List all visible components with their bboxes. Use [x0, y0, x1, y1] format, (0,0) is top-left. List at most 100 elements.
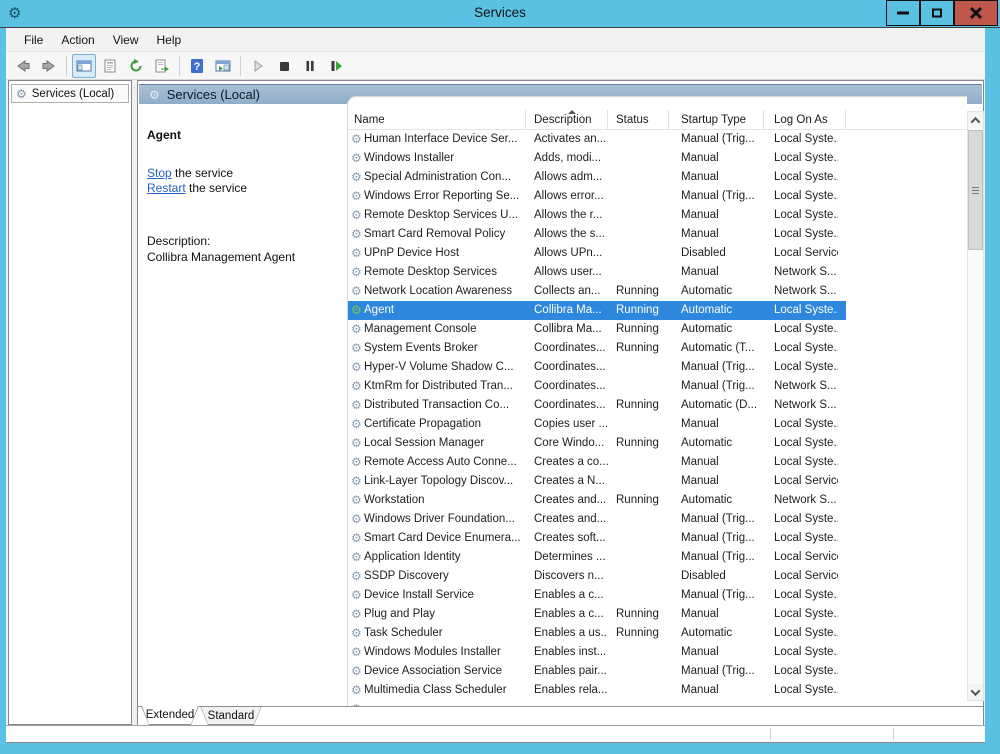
table-row[interactable]: ⚙WorkstationCreates and...RunningAutomat… — [348, 491, 846, 510]
cell-status — [608, 377, 669, 396]
export-list-button[interactable] — [150, 54, 174, 78]
scroll-down-button[interactable] — [968, 684, 983, 700]
table-row[interactable]: ⚙Remote Desktop ServicesAllows user...Ma… — [348, 263, 846, 282]
cell-description: Creates and... — [526, 491, 608, 510]
back-button[interactable] — [11, 54, 35, 78]
table-row[interactable]: ⚙Network Location AwarenessCollects an..… — [348, 282, 846, 301]
table-row[interactable]: ⚙Special Administration Con...Allows adm… — [348, 168, 846, 187]
table-row[interactable]: ⚙Smart Card Device Enumera...Creates sof… — [348, 529, 846, 548]
cell-status: Running — [608, 491, 669, 510]
cell-logon: Local Syste... — [764, 168, 838, 187]
cell-status — [608, 586, 669, 605]
cell-status — [608, 225, 669, 244]
cell-name: Application Identity — [364, 548, 526, 567]
cell-description: Creates a N... — [526, 472, 608, 491]
cell-startup: Manual (Trig... — [669, 548, 764, 567]
scrollbar-thumb[interactable] — [968, 130, 983, 250]
menu-action[interactable]: Action — [52, 30, 103, 50]
maximize-button[interactable] — [920, 0, 954, 26]
table-row[interactable]: ⚙Device Install ServiceEnables a c...Man… — [348, 586, 846, 605]
table-row[interactable]: ⚙AgentCollibra Ma...RunningAutomaticLoca… — [348, 301, 846, 320]
tab-extended[interactable]: Extended — [141, 706, 199, 725]
description-label: Description: — [147, 234, 210, 248]
menu-view[interactable]: View — [104, 30, 148, 50]
stop-service-button[interactable] — [272, 54, 296, 78]
table-row[interactable]: ⚙Task SchedulerEnables a us...RunningAut… — [348, 624, 846, 643]
cell-startup: Manual — [669, 643, 764, 662]
cell-status: Running — [608, 396, 669, 415]
cell-name: Certificate Propagation — [364, 415, 526, 434]
title-bar[interactable]: ⚙ Services — [0, 0, 1000, 28]
help-button[interactable]: ? — [185, 54, 209, 78]
table-row[interactable]: ⚙UPnP Device HostAllows UPn...DisabledLo… — [348, 244, 846, 263]
column-header-name[interactable]: Name — [348, 110, 526, 129]
menu-help[interactable]: Help — [148, 30, 191, 50]
table-row[interactable]: ⚙Windows Driver Foundation...Creates and… — [348, 510, 846, 529]
table-row[interactable]: ⚙Windows InstallerAdds, modi...ManualLoc… — [348, 149, 846, 168]
column-header-startup-type[interactable]: Startup Type — [669, 110, 764, 129]
table-row[interactable]: ⚙Application IdentityDetermines ...Manua… — [348, 548, 846, 567]
cell-startup: Manual — [669, 149, 764, 168]
scroll-up-button[interactable] — [968, 112, 983, 128]
restart-service-line: Restart the service — [147, 181, 247, 195]
close-button[interactable] — [954, 0, 998, 26]
vertical-scrollbar[interactable] — [967, 111, 984, 701]
cell-description: Allows user... — [526, 263, 608, 282]
table-row[interactable]: ⚙Windows Error Reporting Se...Allows err… — [348, 187, 846, 206]
maximize-icon — [932, 9, 942, 18]
restart-service-link[interactable]: Restart — [147, 181, 186, 195]
svg-text:?: ? — [194, 61, 201, 73]
table-row[interactable]: ⚙Remote Desktop Services U...Allows the … — [348, 206, 846, 225]
toolbar-separator — [240, 56, 241, 76]
start-service-icon — [250, 58, 266, 74]
service-gear-icon: ⚙ — [348, 434, 364, 453]
tab-standard[interactable]: Standard — [200, 706, 262, 725]
cell-name: Management Console — [364, 320, 526, 339]
refresh-button[interactable] — [124, 54, 148, 78]
cell-startup: Manual — [669, 263, 764, 282]
cell-logon: Local Syste... — [764, 358, 838, 377]
cell-startup: Manual (Trig... — [669, 529, 764, 548]
minimize-button[interactable] — [886, 0, 920, 26]
show-action-pane-button[interactable] — [211, 54, 235, 78]
table-row[interactable]: ⚙Plug and PlayEnables a c...RunningManua… — [348, 605, 846, 624]
table-row[interactable]: ⚙SSDP DiscoveryDiscovers n...DisabledLoc… — [348, 567, 846, 586]
table-row[interactable]: ⚙Link-Layer Topology Discov...Creates a … — [348, 472, 846, 491]
show-console-tree-button[interactable] — [72, 54, 96, 78]
stop-service-link[interactable]: Stop — [147, 166, 172, 180]
start-service-button[interactable] — [246, 54, 270, 78]
table-row[interactable]: ⚙Human Interface Device Ser...Activates … — [348, 130, 846, 149]
tree-item-services-local[interactable]: ⚙ Services (Local) — [11, 84, 129, 103]
table-row[interactable]: ⚙Certificate PropagationCopies user ...M… — [348, 415, 846, 434]
properties-icon — [102, 58, 118, 74]
cell-status — [608, 130, 669, 149]
table-row[interactable]: ⚙KtmRm for Distributed Tran...Coordinate… — [348, 377, 846, 396]
pause-service-button[interactable] — [298, 54, 322, 78]
cell-startup: Automatic — [669, 282, 764, 301]
table-row[interactable]: ⚙Device Association ServiceEnables pair.… — [348, 662, 846, 681]
table-row[interactable]: ⚙Local Session ManagerCore Windo...Runni… — [348, 434, 846, 453]
table-row[interactable]: ⚙Smart Card Removal PolicyAllows the s..… — [348, 225, 846, 244]
table-row[interactable]: ⚙Management ConsoleCollibra Ma...Running… — [348, 320, 846, 339]
column-header-status[interactable]: Status — [608, 110, 669, 129]
column-header-log-on-as[interactable]: Log On As — [764, 110, 846, 129]
forward-icon — [41, 58, 57, 74]
menu-file[interactable]: File — [15, 30, 52, 50]
table-row[interactable]: ⚙System Events BrokerCoordinates...Runni… — [348, 339, 846, 358]
restart-service-button[interactable] — [324, 54, 348, 78]
service-gear-icon: ⚙ — [348, 681, 364, 700]
properties-button[interactable] — [98, 54, 122, 78]
table-row[interactable]: ⚙Remote Access Auto Conne...Creates a co… — [348, 453, 846, 472]
service-gear-icon: ⚙ — [348, 624, 364, 643]
column-header-description[interactable]: Description — [526, 110, 608, 129]
cell-startup: Manual (Trig... — [669, 662, 764, 681]
cell-description: Coordinates... — [526, 396, 608, 415]
forward-button[interactable] — [37, 54, 61, 78]
service-gear-icon: ⚙ — [348, 358, 364, 377]
table-row[interactable]: ⚙Distributed Transaction Co...Coordinate… — [348, 396, 846, 415]
window-content: File Action View Help — [6, 28, 985, 743]
table-row[interactable]: ⚙Hyper-V Volume Shadow C...Coordinates..… — [348, 358, 846, 377]
status-bar-divider — [770, 728, 771, 740]
table-row[interactable]: ⚙Multimedia Class SchedulerEnables rela.… — [348, 681, 846, 700]
table-row[interactable]: ⚙Windows Modules InstallerEnables inst..… — [348, 643, 846, 662]
